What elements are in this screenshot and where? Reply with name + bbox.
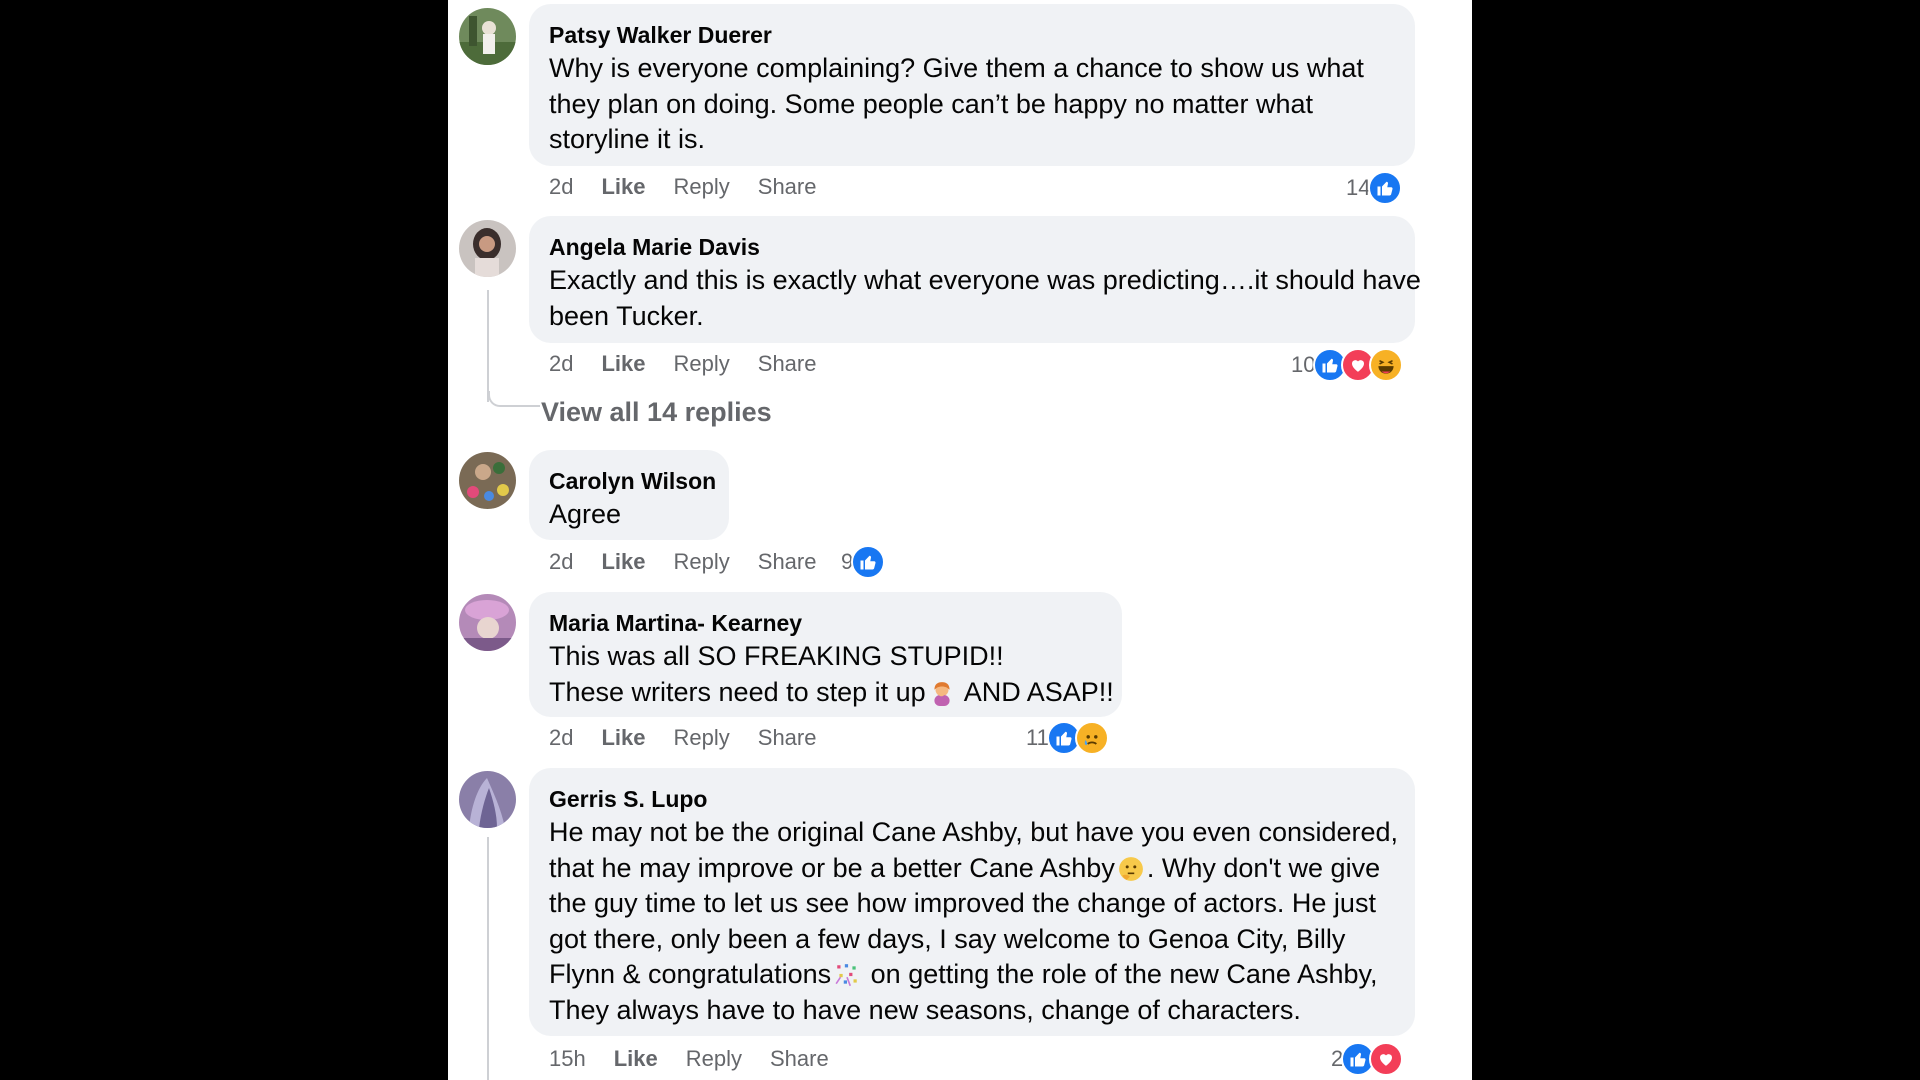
comment-text-segment: that he may improve or be a better Cane … xyxy=(549,852,1115,883)
comment-author[interactable]: Angela Marie Davis xyxy=(549,216,1395,261)
comment-text-line: that he may improve or be a better Cane … xyxy=(549,851,1395,887)
reply-button[interactable]: Reply xyxy=(686,1046,742,1072)
thread-line xyxy=(487,290,489,402)
reply-button[interactable]: Reply xyxy=(674,549,730,575)
avatar[interactable] xyxy=(459,594,516,651)
reaction-summary[interactable]: 2 xyxy=(1331,1042,1404,1076)
confetti-emoji-icon xyxy=(834,962,860,988)
reaction-summary[interactable]: 11 xyxy=(1026,721,1109,755)
comment-bubble: Patsy Walker Duerer Why is everyone comp… xyxy=(529,4,1415,166)
sad-reaction-icon xyxy=(1074,721,1109,755)
comment-age[interactable]: 2d xyxy=(549,725,573,751)
comment-text-line: been Tucker. xyxy=(549,300,704,331)
comment-text-line: the guy time to let us see how improved … xyxy=(549,888,1376,918)
comment-text-line: Flynn & congratulations on getting the r… xyxy=(549,957,1395,993)
comment-text: Agree xyxy=(549,495,709,533)
like-button[interactable]: Like xyxy=(601,351,645,377)
love-reaction-icon xyxy=(1369,1042,1404,1076)
comment-author[interactable]: Patsy Walker Duerer xyxy=(549,4,1395,49)
like-reaction-icon xyxy=(851,545,886,579)
like-button[interactable]: Like xyxy=(614,1046,658,1072)
comment-text: Exactly and this is exactly what everyon… xyxy=(549,261,1421,334)
reaction-summary[interactable]: 14 xyxy=(1346,171,1403,205)
comment-actions: 2d Like Reply Share xyxy=(549,546,844,578)
comment-text-segment: These writers need to step it up xyxy=(549,676,926,707)
thread-line xyxy=(488,391,540,407)
like-button[interactable]: Like xyxy=(601,549,645,575)
reaction-count: 14 xyxy=(1346,175,1371,200)
comment-actions: 2d Like Reply Share xyxy=(549,171,844,203)
comment-text-line: This was all SO FREAKING STUPID!! xyxy=(549,641,1004,671)
comment-text: He may not be the original Cane Ashby, b… xyxy=(549,813,1399,1028)
reaction-count: 10 xyxy=(1291,352,1316,377)
comment-text: This was all SO FREAKING STUPID!! These … xyxy=(549,637,1114,711)
share-button[interactable]: Share xyxy=(758,549,817,575)
comment-text-line: they plan on doing. Some people can’t be… xyxy=(549,88,1314,119)
like-button[interactable]: Like xyxy=(601,725,645,751)
reaction-summary[interactable]: 10 xyxy=(1291,348,1404,382)
comment-actions: 2d Like Reply Share xyxy=(549,348,844,380)
share-button[interactable]: Share xyxy=(758,174,817,200)
haha-reaction-icon xyxy=(1369,348,1404,382)
reaction-summary[interactable]: 9 xyxy=(841,545,886,579)
reply-button[interactable]: Reply xyxy=(674,725,730,751)
comment-text-line: Exactly and this is exactly what everyon… xyxy=(549,265,1421,295)
comment-text-segment: AND ASAP!! xyxy=(957,676,1114,707)
comment-text: Why is everyone complaining? Give them a… xyxy=(549,49,1395,158)
comment-bubble: Carolyn Wilson Agree xyxy=(529,450,729,540)
avatar[interactable] xyxy=(459,452,516,509)
comment-text-segment: Flynn & congratulations xyxy=(549,959,832,989)
comment-bubble: Maria Martina- Kearney This was all SO F… xyxy=(529,592,1122,717)
comment-text-line: Agree xyxy=(549,499,622,529)
reply-button[interactable]: Reply xyxy=(674,174,730,200)
thread-line xyxy=(487,837,489,1080)
comment-text-line: These writers need to step it up AND ASA… xyxy=(549,675,1114,711)
comment-text-segment: on getting the role of the new Cane Ashb… xyxy=(863,959,1378,989)
avatar[interactable] xyxy=(459,771,516,828)
like-reaction-icon xyxy=(1368,171,1403,205)
share-button[interactable]: Share xyxy=(770,1046,829,1072)
comment-bubble: Angela Marie Davis Exactly and this is e… xyxy=(529,216,1421,343)
comments-panel: Patsy Walker Duerer Why is everyone comp… xyxy=(448,0,1472,1080)
like-button[interactable]: Like xyxy=(601,174,645,200)
comment-author[interactable]: Carolyn Wilson xyxy=(549,450,716,495)
comment-bubble: Gerris S. Lupo He may not be the origina… xyxy=(529,768,1415,1036)
comment-age[interactable]: 2d xyxy=(549,549,573,575)
share-button[interactable]: Share xyxy=(758,725,817,751)
comment-author[interactable]: Maria Martina- Kearney xyxy=(549,592,1102,637)
comment-actions: 15h Like Reply Share xyxy=(549,1043,857,1075)
reaction-count: 11 xyxy=(1026,725,1049,750)
comment-text-line: storyline it is. xyxy=(549,124,706,154)
comment-text-line: They always have to have new seasons, ch… xyxy=(549,994,1301,1025)
comment-age[interactable]: 2d xyxy=(549,174,573,200)
comment-age[interactable]: 2d xyxy=(549,351,573,377)
share-button[interactable]: Share xyxy=(758,351,817,377)
avatar[interactable] xyxy=(459,220,516,277)
view-replies-link[interactable]: View all 14 replies xyxy=(541,397,772,428)
comment-text-line: He may not be the original Cane Ashby, b… xyxy=(549,817,1399,847)
comment-actions: 2d Like Reply Share xyxy=(549,722,844,754)
comment-age[interactable]: 15h xyxy=(549,1046,586,1072)
comment-author[interactable]: Gerris S. Lupo xyxy=(549,768,1395,813)
comment-text-segment: . Why don't we give xyxy=(1146,852,1381,883)
comment-text-line: got there, only been a few days, I say w… xyxy=(549,923,1346,954)
reply-button[interactable]: Reply xyxy=(674,351,730,377)
avatar[interactable] xyxy=(459,8,516,65)
woman-facepalming-emoji-icon xyxy=(929,680,955,706)
comment-text-line: Why is everyone complaining? Give them a… xyxy=(549,53,1364,83)
thinking-face-emoji-icon xyxy=(1118,856,1144,882)
